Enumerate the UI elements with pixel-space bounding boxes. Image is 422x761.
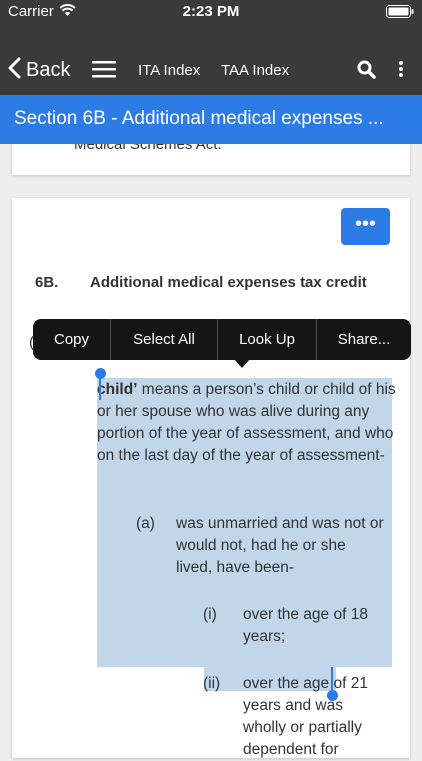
status-bar: Carrier 2:23 PM — [0, 0, 422, 24]
more-options-button[interactable]: ••• — [341, 208, 390, 245]
more-vertical-icon[interactable] — [398, 60, 404, 83]
section-heading: Additional medical expenses tax credit — [90, 274, 367, 291]
definition-text: means a person’s child or child of his o… — [97, 381, 396, 464]
look-up-menu-item[interactable]: Look Up — [218, 319, 316, 360]
clause-i-label: (i) — [203, 606, 217, 623]
section-number: 6B. — [35, 274, 59, 291]
edit-context-menu: Copy Select All Look Up Share... — [33, 319, 411, 360]
selection-start-handle[interactable] — [99, 376, 101, 400]
taa-index-link[interactable]: TAA Index — [221, 62, 289, 79]
clause-i-text: over the age of 18 years; — [243, 606, 368, 645]
selection-start-knob[interactable] — [95, 368, 106, 379]
child-definition: child’ means a person’s child or child o… — [97, 379, 397, 467]
selection-end-knob[interactable] — [327, 690, 338, 701]
defined-term: child’ — [97, 381, 138, 398]
menu-pointer-arrow — [233, 358, 251, 368]
clause-a-text: was unmarried and was not or would not, … — [176, 515, 384, 576]
status-time: 2:23 PM — [182, 3, 240, 20]
share-menu-item[interactable]: Share... — [317, 319, 411, 360]
clause-a-label: (a) — [136, 515, 155, 532]
hamburger-menu-icon[interactable] — [92, 60, 116, 83]
section-header-bar: Section 6B - Additional medical expenses… — [0, 95, 422, 144]
back-label: Back — [26, 58, 71, 81]
back-button[interactable]: Back — [8, 55, 70, 85]
search-icon[interactable] — [357, 60, 376, 84]
battery-icon — [386, 5, 414, 23]
clause-ii-label: (ii) — [203, 675, 221, 692]
section-title: Section 6B - Additional medical expenses… — [14, 108, 384, 129]
select-all-menu-item[interactable]: Select All — [111, 319, 217, 360]
chevron-left-icon — [8, 57, 21, 84]
copy-menu-item[interactable]: Copy — [33, 319, 110, 360]
nav-bar: Back ITA Index TAA Index — [0, 24, 422, 95]
clause-ii-text: over the age of 21 years and was wholly … — [243, 675, 368, 758]
ita-index-link[interactable]: ITA Index — [138, 62, 200, 79]
